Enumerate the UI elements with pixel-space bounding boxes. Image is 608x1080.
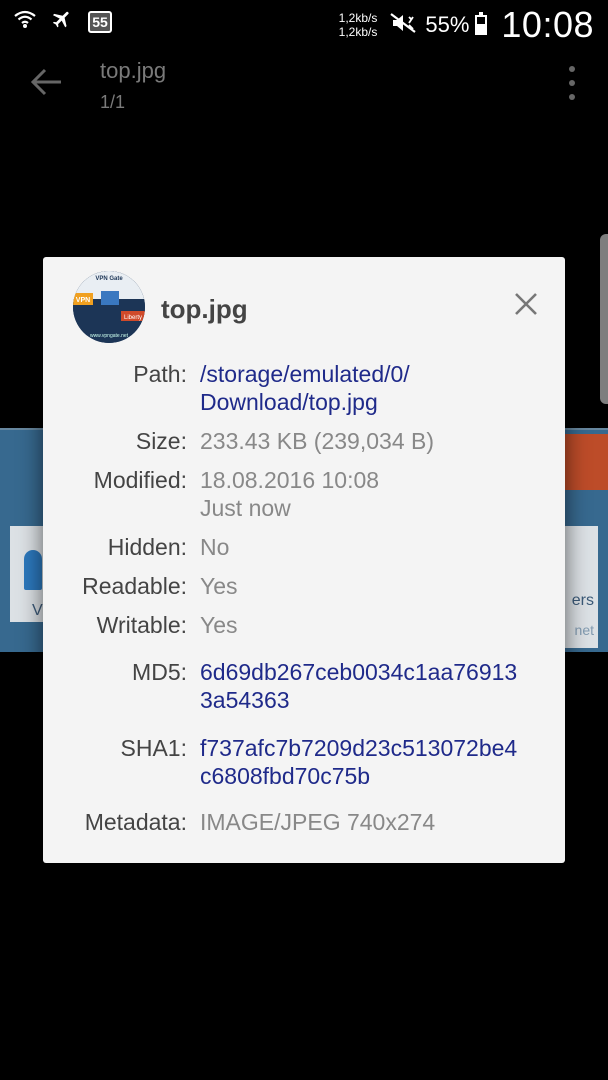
toolbar-title: top.jpg	[100, 58, 167, 83]
property-label: Modified:	[93, 467, 187, 493]
airplane-mode-icon	[50, 8, 74, 35]
property-value-line: Yes	[200, 573, 238, 599]
property-label: Metadata:	[84, 809, 187, 835]
thumb-text-vpngate: VPN Gate	[95, 276, 123, 282]
property-value-line: f737afc7b7209d23c513072be4	[200, 735, 518, 761]
close-icon	[515, 293, 537, 315]
close-button[interactable]	[509, 287, 543, 321]
property-value-line: IMAGE/JPEG 740x274	[200, 809, 436, 835]
property-label: Readable:	[82, 573, 187, 599]
mute-icon	[389, 12, 419, 39]
wifi-icon	[14, 9, 36, 34]
property-value: IMAGE/JPEG 740x274	[200, 808, 540, 836]
thumb-text-vpn: VPN	[76, 297, 90, 304]
property-value: 233.43 KB (239,034 B)	[200, 427, 540, 455]
net-speed-up: 1,2kb/s	[338, 11, 378, 25]
thumb-text-liberty: Liberty	[124, 315, 142, 321]
toolbar: top.jpg 1/1	[0, 50, 608, 120]
image-banner	[560, 434, 608, 490]
more-vert-dot	[569, 80, 575, 86]
person-figure	[24, 550, 42, 590]
property-value: Yes	[200, 611, 540, 639]
property-value[interactable]: 6d69db267ceb0034c1aa76913 3a54363	[200, 658, 540, 714]
property-label: Size:	[135, 428, 187, 454]
property-label: MD5:	[132, 659, 187, 685]
toolbar-subtitle: 1/1	[100, 92, 126, 112]
property-value-line: No	[200, 534, 230, 560]
status-bar: 55 1,2kb/s 1,2kb/s 55% 10:08	[0, 0, 608, 50]
clock: 10:08	[501, 4, 594, 45]
arrow-left-icon	[30, 68, 61, 96]
net-speed-down: 1,2kb/s	[338, 25, 378, 39]
property-value-line: Just now	[200, 495, 291, 521]
image-text-right: ers	[571, 592, 594, 609]
image-text-left: V	[32, 602, 43, 619]
property-value-line: 6d69db267ceb0034c1aa76913	[200, 659, 518, 685]
property-value-line: Yes	[200, 612, 238, 638]
property-value-line: c6808fbd70c75b	[200, 763, 371, 789]
property-value-line: 18.08.2016 10:08	[200, 467, 380, 493]
property-label: SHA1:	[120, 735, 187, 761]
property-value: Yes	[200, 572, 540, 600]
property-value: 18.08.2016 10:08 Just now	[200, 466, 540, 522]
property-value[interactable]: /storage/emulated/0/Download/top.jpg	[200, 360, 540, 416]
property-value[interactable]: f737afc7b7209d23c513072be4 c6808fbd70c75b	[200, 734, 540, 790]
property-value-line: 3a54363	[200, 687, 290, 713]
edge-panel-handle[interactable]	[600, 234, 608, 404]
property-label: Writable:	[96, 612, 187, 638]
property-value-line: Download/top.jpg	[200, 389, 378, 415]
property-value-line: 233.43 KB (239,034 B)	[200, 428, 434, 454]
more-vert-dot	[569, 94, 575, 100]
image-text-right-2: net	[574, 622, 594, 638]
dialog-title: top.jpg	[161, 294, 248, 324]
battery-icon	[475, 12, 488, 35]
battery-percent: 55%	[425, 12, 470, 37]
thumb-text-url: www.vpngate.net	[90, 333, 129, 339]
property-value: No	[200, 533, 540, 561]
notification-badge: 55	[88, 10, 112, 33]
network-speed: 1,2kb/s 1,2kb/s	[339, 11, 378, 39]
more-options-button[interactable]	[560, 66, 584, 100]
back-button[interactable]	[22, 60, 70, 104]
more-vert-icon	[569, 66, 575, 72]
property-label: Path:	[133, 361, 187, 387]
file-thumbnail: VPN Gate VPN Liberty www.vpngate.net	[73, 271, 145, 343]
property-label: Hidden:	[107, 534, 187, 560]
file-properties-dialog: VPN Gate VPN Liberty www.vpngate.net top…	[43, 257, 565, 863]
property-value-line: /storage/emulated/0/	[200, 361, 410, 387]
